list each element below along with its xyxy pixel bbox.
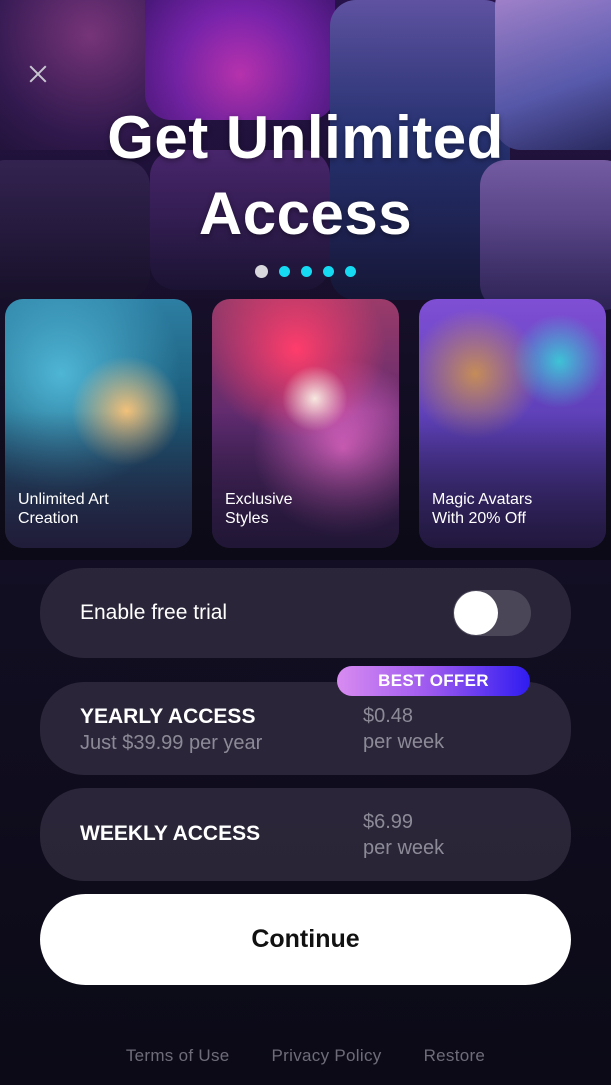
carousel-indicator <box>0 265 611 278</box>
plan-price-amount: $0.48 <box>363 705 414 727</box>
toggle-knob <box>454 591 498 635</box>
plan-price-period: per week <box>363 731 445 753</box>
feature-label: Unlimited Art Creation <box>18 491 109 527</box>
feature-card-unlimited-art: Unlimited Art Creation <box>5 299 192 548</box>
footer-links: Terms of Use Privacy Policy Restore <box>0 1046 611 1066</box>
plan-subtitle: Just $39.99 per year <box>80 732 263 754</box>
plan-name: WEEKLY ACCESS <box>80 822 261 845</box>
continue-button[interactable]: Continue <box>40 894 571 985</box>
feature-label: Magic Avatars With 20% Off <box>432 491 533 527</box>
feature-card-magic-avatars: Magic Avatars With 20% Off <box>419 299 606 548</box>
feature-label: Exclusive Styles <box>225 491 293 527</box>
feature-carousel[interactable]: Unlimited Art Creation Exclusive Styles … <box>5 299 606 548</box>
best-offer-badge: BEST OFFER <box>337 666 530 696</box>
feature-card-exclusive-styles: Exclusive Styles <box>212 299 399 548</box>
terms-of-use-link[interactable]: Terms of Use <box>126 1046 230 1066</box>
close-icon[interactable] <box>24 60 52 88</box>
paywall-screen: Get Unlimited Access Unlimited Art Creat… <box>0 0 611 1085</box>
carousel-dot[interactable] <box>345 266 356 277</box>
carousel-dot[interactable] <box>301 266 312 277</box>
free-trial-label: Enable free trial <box>80 601 228 624</box>
privacy-policy-link[interactable]: Privacy Policy <box>272 1046 382 1066</box>
plan-name: YEARLY ACCESS <box>80 705 256 728</box>
page-title: Get Unlimited Access <box>107 104 504 247</box>
free-trial-toggle[interactable] <box>453 590 531 636</box>
carousel-dot[interactable] <box>323 266 334 277</box>
plan-price-amount: $6.99 <box>363 811 414 833</box>
carousel-dot[interactable] <box>255 265 268 278</box>
plan-price: $0.48 per week <box>363 703 444 755</box>
plan-price-period: per week <box>363 837 445 859</box>
carousel-dot[interactable] <box>279 266 290 277</box>
free-trial-row[interactable]: Enable free trial <box>40 568 571 658</box>
plan-weekly-option[interactable]: WEEKLY ACCESS $6.99 per week <box>40 788 571 881</box>
restore-link[interactable]: Restore <box>424 1046 486 1066</box>
plan-price: $6.99 per week <box>363 809 444 861</box>
